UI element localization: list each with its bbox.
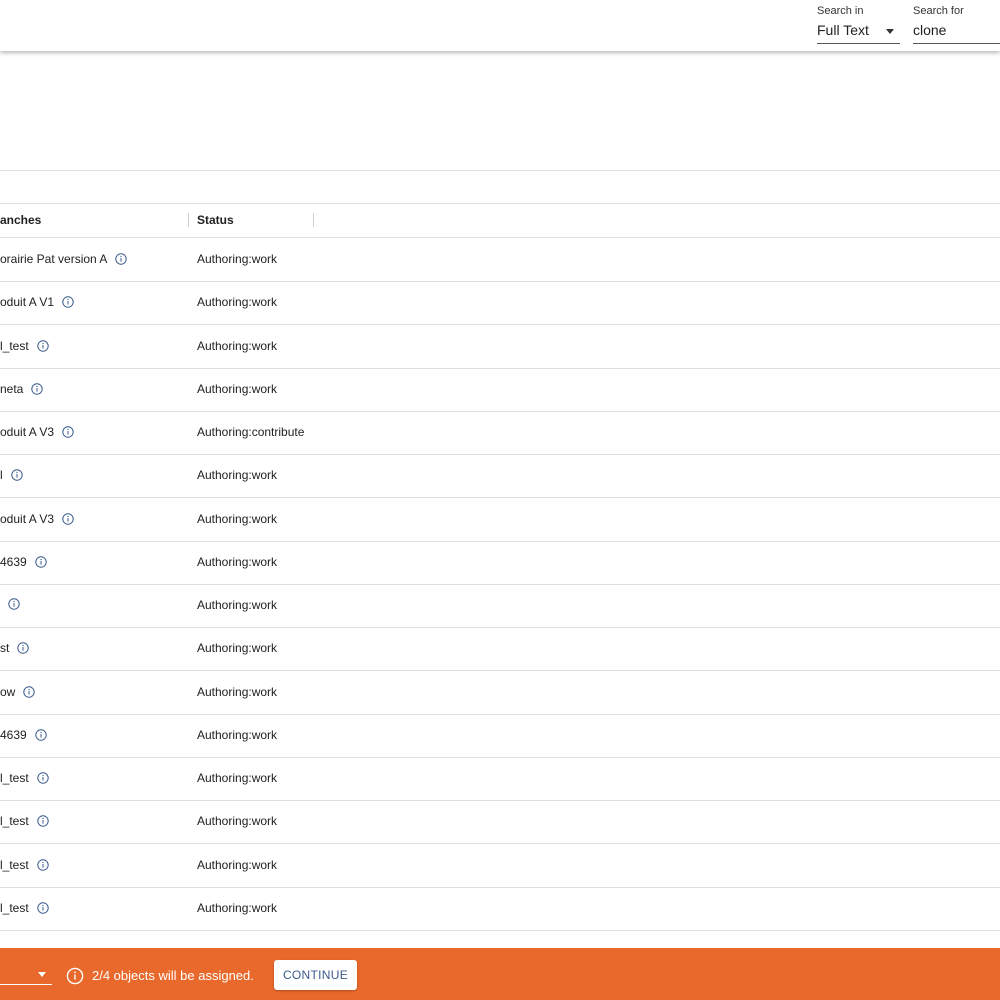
branch-name-cell: l_test xyxy=(0,339,49,353)
status-cell: Authoring:work xyxy=(197,727,278,742)
branch-name-cell: orairie Pat version A xyxy=(0,252,128,266)
chevron-down-icon[interactable] xyxy=(38,972,46,977)
info-icon[interactable] xyxy=(35,729,47,741)
status-cell: Authoring:work xyxy=(197,511,278,526)
branch-name-cell: l xyxy=(0,468,23,482)
info-icon[interactable] xyxy=(62,296,74,308)
branch-name-cell: l_test xyxy=(0,771,49,785)
table-row[interactable]: oduit A V1 Authoring:work xyxy=(0,281,1000,326)
status-cell: Authoring:work xyxy=(197,900,278,915)
status-cell: Authoring:work xyxy=(197,684,278,699)
search-for-label: Search for xyxy=(913,5,964,17)
search-for-input[interactable]: clone xyxy=(913,22,946,38)
chevron-down-icon[interactable] xyxy=(886,29,894,34)
table-row[interactable]: neta Authoring:work xyxy=(0,368,1000,412)
table-row[interactable]: l_test Authoring:work xyxy=(0,800,1000,845)
branch-name: l_test xyxy=(0,771,29,785)
info-icon[interactable] xyxy=(17,642,30,654)
branch-name: 4639 xyxy=(0,727,27,742)
info-icon[interactable] xyxy=(36,902,49,914)
branch-name: 4639 xyxy=(0,554,27,569)
branch-name-cell: 4639 xyxy=(0,728,47,742)
status-cell: Authoring:work xyxy=(197,468,278,483)
info-icon[interactable] xyxy=(10,469,23,481)
table-row[interactable]: 4639 Authoring:work xyxy=(0,714,1000,758)
column-header-branches[interactable]: anches xyxy=(0,213,41,227)
table-header: anches Status xyxy=(0,204,1000,237)
info-icon[interactable] xyxy=(31,383,44,395)
table-row[interactable]: orairie Pat version A Authoring:work xyxy=(0,238,1000,282)
branch-name: l_test xyxy=(0,338,29,353)
branch-name-cell: l_test xyxy=(0,814,49,828)
status-cell: Authoring:work xyxy=(197,814,278,829)
status-cell: Authoring:work xyxy=(197,554,278,569)
table-row[interactable]: l Authoring:work xyxy=(0,454,1000,499)
table-row[interactable]: 4639 Authoring:work xyxy=(0,541,1000,585)
table-row[interactable]: l_test Authoring:work xyxy=(0,757,1000,801)
branch-name: l_test xyxy=(0,857,29,872)
branch-name: neta xyxy=(0,381,24,396)
branch-name: oduit A V3 xyxy=(0,425,55,439)
info-icon[interactable] xyxy=(62,512,74,525)
branch-name-cell: ow xyxy=(0,684,36,699)
status-cell: Authoring:work xyxy=(197,598,278,612)
divider xyxy=(0,170,1000,171)
search-in-label: Search in xyxy=(817,5,864,17)
search-in-underline xyxy=(817,43,900,44)
branch-name: l xyxy=(0,468,3,483)
branch-name-cell: oduit A V3 xyxy=(0,512,74,526)
branch-name-cell: 4639 xyxy=(0,555,47,569)
status-cell: Authoring:work xyxy=(197,771,278,785)
branch-name-cell: oduit A V3 xyxy=(0,425,74,439)
status-cell: Authoring:work xyxy=(197,295,278,310)
assignment-action-bar: 2/4 objects will be assigned. CONTINUE xyxy=(0,948,1000,1000)
info-icon xyxy=(66,967,84,985)
info-icon[interactable] xyxy=(115,253,128,265)
continue-button[interactable]: CONTINUE xyxy=(274,960,357,990)
column-resize-handle[interactable] xyxy=(188,213,189,227)
table-row[interactable]: oduit A V3 Authoring:work xyxy=(0,498,1000,542)
table-row[interactable]: l_test Authoring:work xyxy=(0,325,1000,369)
info-icon[interactable] xyxy=(8,598,20,610)
table-row[interactable]: st Authoring:work xyxy=(0,627,1000,672)
info-icon[interactable] xyxy=(35,556,47,568)
table-row[interactable]: oduit A V3 Authoring:contribute xyxy=(0,411,1000,455)
table-row[interactable]: l_test Authoring:work xyxy=(0,887,1000,931)
search-for-underline xyxy=(913,43,1000,44)
branch-name-cell: neta xyxy=(0,381,44,396)
table-row[interactable]: ow Authoring:work xyxy=(0,671,1000,715)
assignment-message: 2/4 objects will be assigned. xyxy=(92,968,254,983)
status-cell: Authoring:work xyxy=(197,641,278,656)
column-resize-handle[interactable] xyxy=(313,213,314,227)
info-icon[interactable] xyxy=(36,858,49,871)
info-icon[interactable] xyxy=(62,426,74,438)
branch-name: orairie Pat version A xyxy=(0,252,108,266)
branch-name: ow xyxy=(0,684,16,699)
branch-name: l_test xyxy=(0,900,29,915)
search-in-value[interactable]: Full Text xyxy=(817,22,869,38)
branch-name: l_test xyxy=(0,814,29,829)
branch-name-cell xyxy=(0,598,20,610)
table-row[interactable]: Authoring:work xyxy=(0,584,1000,628)
branch-name: oduit A V3 xyxy=(0,511,55,526)
info-icon[interactable] xyxy=(23,685,36,698)
table-row[interactable]: l_test Authoring:work xyxy=(0,844,1000,888)
status-cell: Authoring:contribute xyxy=(197,425,305,439)
status-cell: Authoring:work xyxy=(197,252,278,266)
branch-name-cell: oduit A V1 xyxy=(0,295,74,309)
top-search-bar: Search in Full Text Search for clone xyxy=(0,0,1000,51)
branch-name-cell: st xyxy=(0,641,30,656)
branch-name-cell: l_test xyxy=(0,901,49,915)
branch-name-cell: l_test xyxy=(0,858,49,872)
column-header-status[interactable]: Status xyxy=(197,213,234,227)
branch-name: st xyxy=(0,641,10,656)
info-icon[interactable] xyxy=(36,815,49,827)
assignee-select[interactable] xyxy=(0,984,52,985)
status-cell: Authoring:work xyxy=(197,338,278,353)
status-cell: Authoring:work xyxy=(197,857,278,872)
info-icon[interactable] xyxy=(36,772,49,784)
info-icon[interactable] xyxy=(36,339,49,352)
branch-name: oduit A V1 xyxy=(0,295,55,310)
status-cell: Authoring:work xyxy=(197,381,278,396)
